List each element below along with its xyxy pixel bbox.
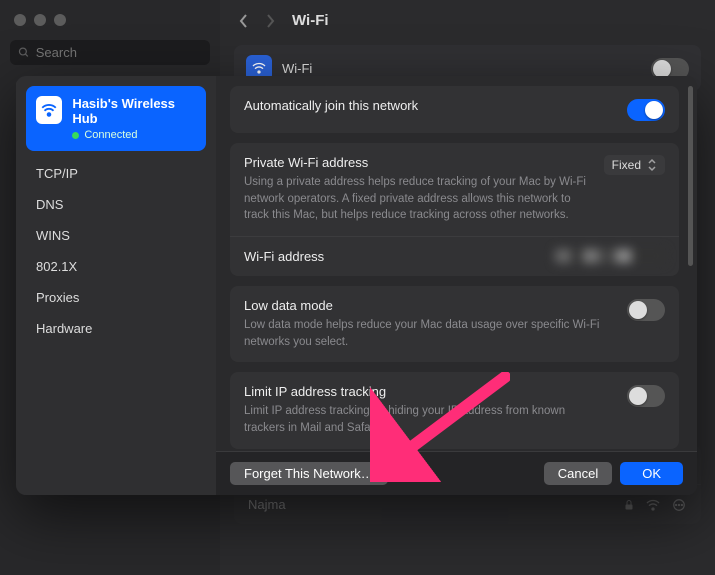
tab-wins[interactable]: WINS — [26, 221, 206, 250]
limit-ip-row: Limit IP address tracking Limit IP addre… — [230, 372, 679, 448]
search-input[interactable] — [36, 45, 202, 60]
private-address-desc: Using a private address helps reduce tra… — [244, 174, 594, 224]
private-address-label: Private Wi-Fi address — [244, 155, 594, 170]
tab-8021x[interactable]: 802.1X — [26, 252, 206, 281]
limit-ip-desc: Limit IP address tracking by hiding your… — [244, 403, 604, 436]
lock-icon — [623, 498, 635, 512]
back-icon[interactable] — [238, 13, 250, 29]
auto-join-label: Automatically join this network — [244, 98, 617, 113]
close-dot[interactable] — [14, 14, 26, 26]
limit-ip-label: Limit IP address tracking — [244, 384, 617, 399]
wifi-address-value-redacted — [555, 249, 665, 263]
low-data-desc: Low data mode helps reduce your Mac data… — [244, 317, 604, 350]
wifi-icon — [36, 96, 62, 124]
tab-tcpip[interactable]: TCP/IP — [26, 159, 206, 188]
wifi-address-label: Wi-Fi address — [244, 249, 545, 264]
sheet-sidebar: Hasib's Wireless Hub Connected TCP/IP DN… — [16, 76, 216, 495]
forget-network-button[interactable]: Forget This Network… — [230, 462, 388, 485]
search-icon — [18, 46, 30, 59]
private-address-row: Private Wi-Fi address Using a private ad… — [230, 143, 679, 236]
auto-join-row: Automatically join this network — [230, 86, 679, 133]
wifi-address-row: Wi-Fi address — [230, 236, 679, 276]
low-data-label: Low data mode — [244, 298, 617, 313]
more-icon[interactable] — [671, 498, 687, 512]
private-address-picker[interactable]: Fixed — [604, 155, 665, 175]
low-data-row: Low data mode Low data mode helps reduce… — [230, 286, 679, 362]
scrollbar[interactable] — [688, 86, 693, 435]
cancel-button[interactable]: Cancel — [544, 462, 612, 485]
status-dot-icon — [72, 132, 79, 139]
wifi-signal-icon — [645, 498, 661, 512]
tab-dns[interactable]: DNS — [26, 190, 206, 219]
connection-status: Connected — [84, 129, 137, 141]
minimize-dot[interactable] — [34, 14, 46, 26]
limit-ip-toggle[interactable] — [627, 385, 665, 407]
search-field[interactable] — [10, 40, 210, 65]
network-name: Hasib's Wireless Hub — [72, 96, 196, 126]
chevron-updown-icon — [647, 158, 657, 172]
tab-hardware[interactable]: Hardware — [26, 314, 206, 343]
wifi-label: Wi-Fi — [282, 61, 641, 76]
low-data-toggle[interactable] — [627, 299, 665, 321]
window-controls[interactable] — [0, 10, 220, 40]
network-settings-sheet: Hasib's Wireless Hub Connected TCP/IP DN… — [16, 76, 697, 495]
sheet-footer: Forget This Network… Cancel OK — [216, 451, 697, 495]
auto-join-toggle[interactable] — [627, 99, 665, 121]
page-title: Wi-Fi — [292, 12, 329, 29]
ok-button[interactable]: OK — [620, 462, 683, 485]
forward-icon[interactable] — [264, 13, 276, 29]
tab-proxies[interactable]: Proxies — [26, 283, 206, 312]
zoom-dot[interactable] — [54, 14, 66, 26]
selected-network-card[interactable]: Hasib's Wireless Hub Connected — [26, 86, 206, 151]
